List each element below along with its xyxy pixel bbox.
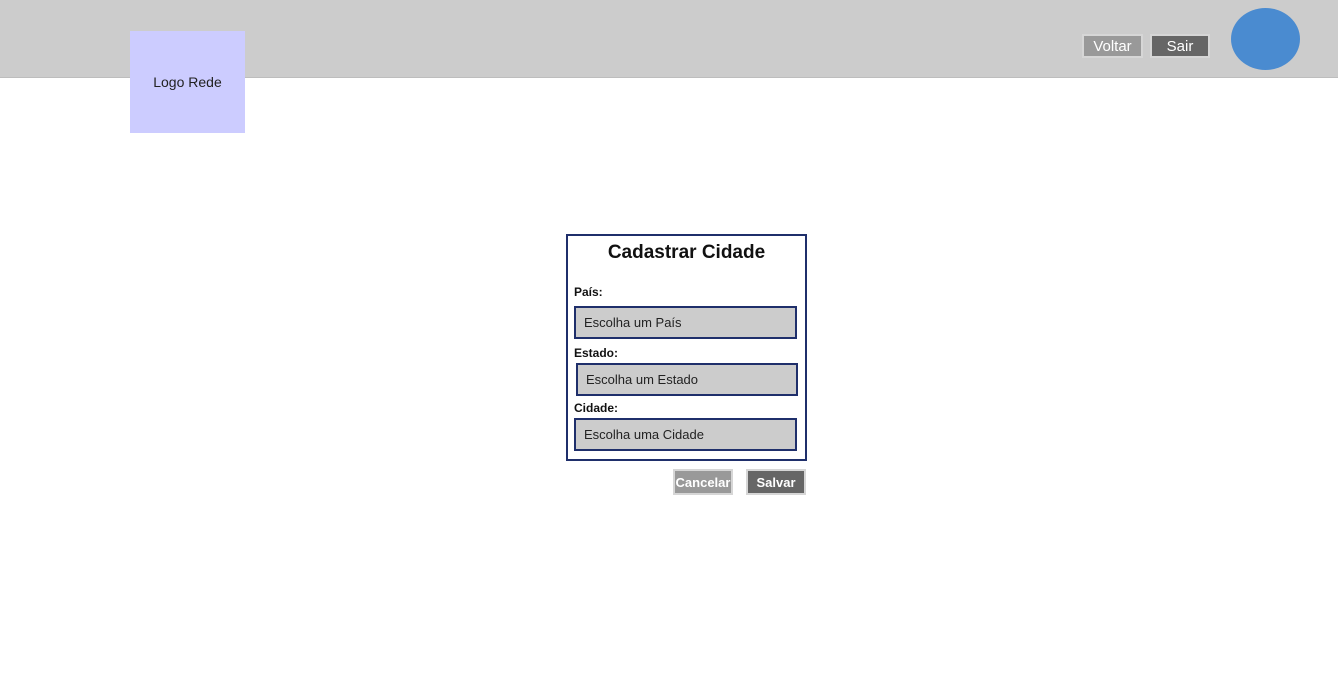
exit-button[interactable]: Sair	[1150, 34, 1210, 58]
form-title: Cadastrar Cidade	[607, 242, 766, 263]
city-label: Cidade:	[574, 401, 619, 415]
country-select[interactable]: Escolha um País	[574, 306, 797, 339]
back-button[interactable]: Voltar	[1082, 34, 1143, 58]
state-select[interactable]: Escolha um Estado	[576, 363, 798, 396]
save-button[interactable]: Salvar	[746, 469, 806, 495]
state-label: Estado:	[574, 346, 619, 360]
cancel-button[interactable]: Cancelar	[673, 469, 733, 495]
city-select[interactable]: Escolha uma Cidade	[574, 418, 797, 451]
register-city-form: Cadastrar Cidade País: Escolha um País E…	[566, 234, 807, 461]
avatar[interactable]	[1231, 8, 1300, 70]
logo: Logo Rede	[130, 31, 245, 133]
country-label: País:	[574, 285, 603, 299]
